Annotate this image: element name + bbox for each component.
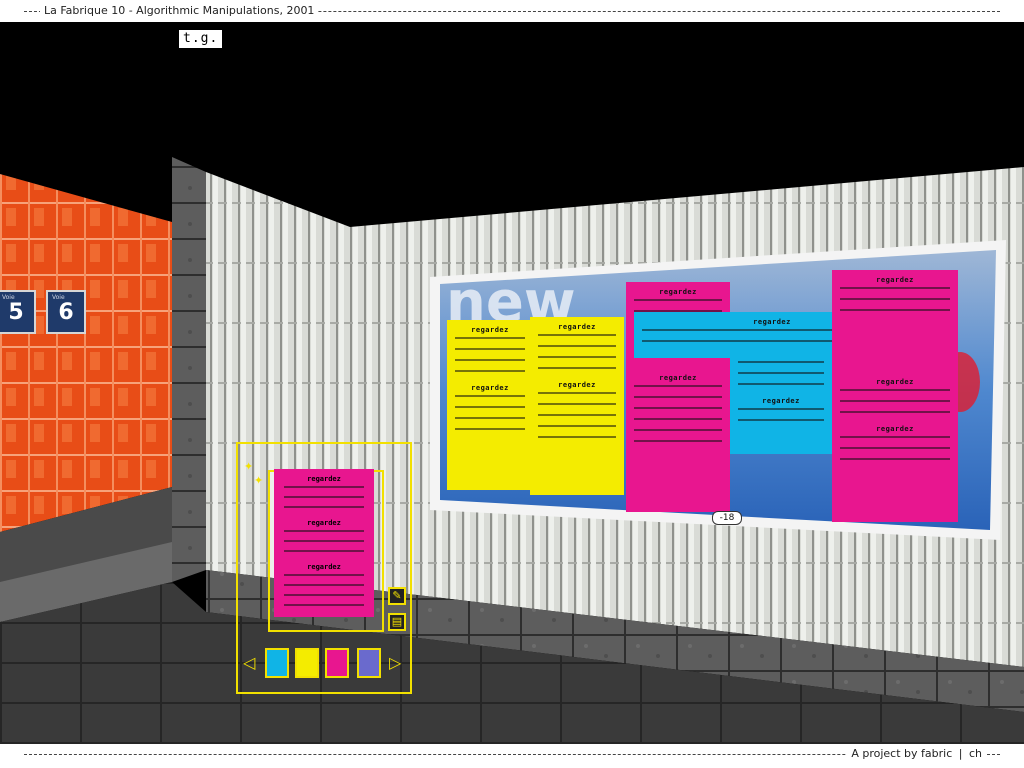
poster-heading: regardez xyxy=(762,397,800,405)
poster-heading: regardez xyxy=(307,519,341,527)
poster-thumb-4[interactable] xyxy=(357,648,381,678)
pencil-icon: ✎ xyxy=(392,589,402,602)
poster-cyan-lower[interactable]: regardez xyxy=(730,358,832,454)
credit-link-fabric[interactable]: fabric xyxy=(921,747,952,760)
poster-heading: regardez xyxy=(471,326,509,334)
poster-yellow-2[interactable]: regardez regardez xyxy=(530,317,624,495)
poster-heading: regardez xyxy=(307,563,341,571)
poster-magenta-4[interactable]: regardez regardez xyxy=(832,372,958,522)
selected-poster-preview[interactable]: regardez regardez regardez xyxy=(274,469,374,617)
poster-thumb-2[interactable] xyxy=(295,648,319,678)
poster-heading: regardez xyxy=(307,475,341,483)
tg-badge[interactable]: t.g. xyxy=(178,29,224,49)
poster-magenta-2[interactable]: regardez xyxy=(626,368,730,508)
prev-arrow-button[interactable]: ◁ xyxy=(243,655,255,671)
platform-sign-6: Voie 6 xyxy=(46,290,86,334)
title-bar: La Fabrique 10 - Algorithmic Manipulatio… xyxy=(0,0,1024,22)
poster-heading: regardez xyxy=(659,288,697,296)
footer-bar: A project by fabric | ch xyxy=(0,744,1024,768)
age-rating-badge: -18 xyxy=(712,511,742,525)
credit-prefix: A project by xyxy=(851,747,918,760)
next-arrow-button[interactable]: ▷ xyxy=(389,655,401,671)
poster-thumb-1[interactable] xyxy=(265,648,289,678)
copy-button[interactable]: ▤ xyxy=(388,613,406,631)
footer-credit: A project by fabric | ch xyxy=(847,747,986,760)
edit-pencil-button[interactable]: ✎ xyxy=(388,587,406,605)
poster-thumb-3[interactable] xyxy=(325,648,349,678)
sign-number: 6 xyxy=(58,300,74,325)
page-title: La Fabrique 10 - Algorithmic Manipulatio… xyxy=(40,4,319,17)
sign-number: 5 xyxy=(8,300,24,325)
poster-heading: regardez xyxy=(876,378,914,386)
poster-heading: regardez xyxy=(471,384,509,392)
poster-heading: regardez xyxy=(558,323,596,331)
poster-heading: regardez xyxy=(876,425,914,433)
copy-icon: ▤ xyxy=(391,615,403,628)
credit-separator: | xyxy=(958,747,963,760)
poster-yellow-1[interactable]: regardez regardez xyxy=(447,320,533,490)
poster-heading: regardez xyxy=(558,381,596,389)
platform-sign-5: Voie 5 xyxy=(0,290,36,334)
sparkle-icon: ✦ xyxy=(244,460,254,473)
poster-heading: regardez xyxy=(659,374,697,382)
3d-viewport[interactable]: t.g. Voie 5 Voie 6 new regardez regardez… xyxy=(0,22,1024,744)
sparkle-icon: ✦ xyxy=(254,474,264,487)
poster-heading: regardez xyxy=(876,276,914,284)
credit-link-ch[interactable]: ch xyxy=(969,747,982,760)
